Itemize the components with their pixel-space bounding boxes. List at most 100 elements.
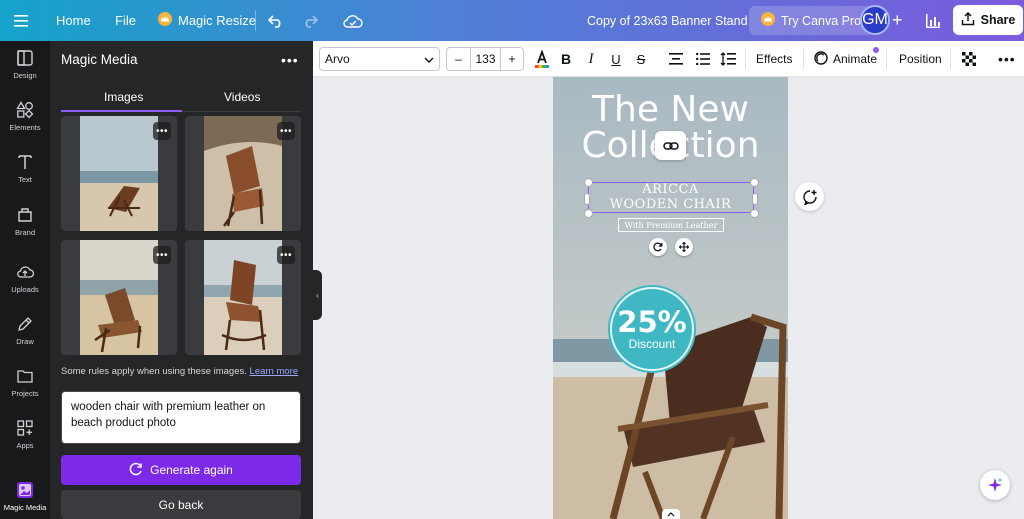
align-center-icon[interactable] <box>667 47 685 71</box>
brand-icon <box>18 207 32 222</box>
position-button[interactable]: Position <box>899 47 942 71</box>
move-icon[interactable] <box>675 238 693 256</box>
line-spacing-icon[interactable] <box>719 47 737 71</box>
redo-icon[interactable] <box>302 0 318 41</box>
panel-title: Magic Media <box>61 52 138 67</box>
generate-again-button[interactable]: Generate again <box>61 455 301 485</box>
hamburger-menu-icon[interactable] <box>14 0 34 41</box>
image-more-icon[interactable]: ••• <box>153 246 171 264</box>
go-back-button[interactable]: Go back <box>61 490 301 519</box>
file-menu[interactable]: File <box>115 0 136 41</box>
rail-item-design[interactable]: Design <box>0 41 50 87</box>
discount-percent: 25% <box>617 305 687 339</box>
magic-resize-button[interactable]: Magic Resize <box>158 0 256 41</box>
crown-icon <box>158 12 172 29</box>
generate-again-label: Generate again <box>150 463 233 477</box>
expand-pages-chevron-icon[interactable] <box>662 509 680 519</box>
add-people-icon[interactable]: + <box>892 0 903 41</box>
folder-icon <box>17 369 33 383</box>
share-button[interactable]: Share <box>953 5 1023 35</box>
increase-font-size-button[interactable]: + <box>500 48 523 70</box>
image-more-icon[interactable]: ••• <box>277 246 295 264</box>
generated-image-2[interactable]: ••• <box>185 116 301 231</box>
magic-media-panel: Magic Media ••• Images Videos ••• ••• ••… <box>50 41 313 519</box>
animate-notification-dot <box>873 47 879 53</box>
rail-item-brand[interactable]: Brand <box>0 198 50 244</box>
effects-button[interactable]: Effects <box>756 47 792 71</box>
rail-label: Design <box>13 70 37 80</box>
transparency-icon[interactable] <box>961 47 977 71</box>
magic-assistant-sparkle-icon[interactable] <box>980 470 1010 500</box>
magic-resize-label: Magic Resize <box>178 13 257 28</box>
image-more-icon[interactable]: ••• <box>153 122 171 140</box>
font-size-input[interactable]: 133 <box>471 48 500 70</box>
rail-item-projects[interactable]: Projects <box>0 359 50 405</box>
decrease-font-size-button[interactable]: – <box>447 48 471 70</box>
elements-icon <box>16 100 34 118</box>
rail-item-apps[interactable]: Apps <box>0 411 50 457</box>
cloud-saved-icon[interactable] <box>343 0 363 41</box>
rail-item-draw[interactable]: Draw <box>0 307 50 353</box>
undo-icon[interactable] <box>268 0 284 41</box>
italic-icon[interactable]: I <box>583 47 599 71</box>
learn-more-link[interactable]: Learn more <box>250 366 299 377</box>
beach-chair-photo <box>80 116 158 231</box>
chevron-down-icon <box>424 52 434 66</box>
insights-chart-icon[interactable] <box>925 0 941 41</box>
rail-item-text[interactable]: Text <box>0 145 50 191</box>
toolbar-divider <box>745 49 746 69</box>
resize-handle[interactable] <box>584 193 590 205</box>
resize-handle[interactable] <box>752 193 758 205</box>
toolbar-more-icon[interactable]: ••• <box>998 47 1016 71</box>
font-family-select[interactable]: Arvo <box>319 47 440 71</box>
rotate-icon[interactable] <box>649 238 667 256</box>
text-icon <box>18 154 32 169</box>
rail-item-elements[interactable]: Elements <box>0 93 50 139</box>
text-color-icon[interactable] <box>532 47 552 71</box>
image-more-icon[interactable]: ••• <box>277 122 295 140</box>
generated-image-1[interactable]: ••• <box>61 116 177 231</box>
resize-handle[interactable] <box>750 209 759 218</box>
user-avatar[interactable]: GM <box>860 5 890 35</box>
animate-icon <box>814 50 828 68</box>
panel-more-options-icon[interactable]: ••• <box>281 52 299 68</box>
tab-images[interactable]: Images <box>104 90 143 104</box>
resize-handle[interactable] <box>584 178 593 187</box>
rail-label: Uploads <box>11 284 39 294</box>
tagline-text[interactable]: With Premium Leather <box>618 218 724 232</box>
strikethrough-icon[interactable]: S <box>633 47 649 71</box>
discount-label: Discount <box>628 337 676 351</box>
rail-label: Apps <box>16 440 34 450</box>
document-title[interactable]: Copy of 23x63 Banner Stand <box>587 0 748 41</box>
collapse-panel-chevron-icon[interactable]: ‹ <box>313 270 322 320</box>
tab-videos[interactable]: Videos <box>224 90 260 104</box>
list-icon[interactable] <box>694 47 712 71</box>
bold-icon[interactable]: B <box>558 47 574 71</box>
animate-label: Animate <box>833 52 878 66</box>
rail-item-uploads[interactable]: Uploads <box>0 255 50 301</box>
rail-label: Draw <box>16 336 34 346</box>
rules-text: Some rules apply when using these images… <box>61 366 247 377</box>
magic-media-icon <box>17 481 33 498</box>
link-icon[interactable] <box>655 131 686 160</box>
toolbar-divider <box>803 49 804 69</box>
crown-icon <box>761 12 775 29</box>
animate-button[interactable]: Animate <box>814 47 877 71</box>
generated-image-3[interactable]: ••• <box>61 240 177 355</box>
rail-item-magic-media[interactable]: Magic Media <box>0 473 50 519</box>
try-pro-label: Try Canva Pro <box>781 13 862 28</box>
try-canva-pro-button[interactable]: Try Canva Pro <box>749 6 874 35</box>
underline-icon[interactable]: U <box>608 47 624 71</box>
prompt-textarea[interactable]: wooden chair with premium leather on bea… <box>61 391 301 444</box>
headline-line-1: The New <box>592 89 749 130</box>
beach-chair-photo <box>204 116 282 231</box>
home-link[interactable]: Home <box>56 0 91 41</box>
rail-label: Elements <box>9 122 41 132</box>
add-comment-icon[interactable] <box>795 182 824 211</box>
discount-badge[interactable]: 25% Discount <box>610 287 694 371</box>
resize-handle[interactable] <box>750 178 759 187</box>
resize-handle[interactable] <box>584 209 593 218</box>
generated-image-4[interactable]: ••• <box>185 240 301 355</box>
apps-icon <box>17 419 33 436</box>
beach-chair-photo <box>204 240 282 355</box>
